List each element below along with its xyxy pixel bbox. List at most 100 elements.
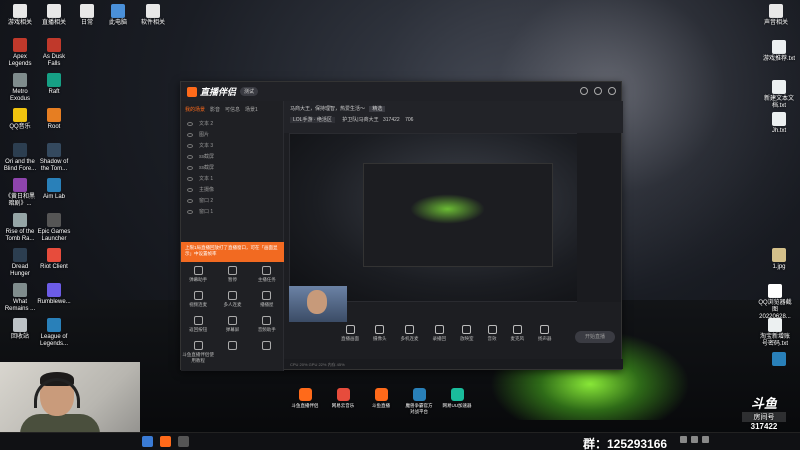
eye-icon[interactable] <box>187 132 193 137</box>
desktop-icon[interactable]: Aim Lab <box>37 178 71 201</box>
tool-button[interactable]: 音频助手 <box>250 316 284 333</box>
desktop-icon[interactable]: 游戏推荐.txt <box>762 40 796 63</box>
live-companion-window[interactable]: 直播伴侣 测试 我的场景 影音 可信息 场景1 文本 2 图片 文本 3 ss截屏 ss… <box>180 81 623 371</box>
category[interactable]: LOL手游 · 绝活区 <box>290 117 335 123</box>
desktop-icon[interactable]: QQ音乐 <box>3 108 37 131</box>
desktop-icon[interactable]: Rise of the Tomb Ra... <box>3 213 37 243</box>
tool-button[interactable]: 暂停 <box>215 266 249 283</box>
source-row[interactable]: 文本 1 <box>181 173 283 184</box>
desktop-icon[interactable]: Rumblewe... <box>37 283 71 306</box>
desktop-icon[interactable]: What Remains ... <box>3 283 37 313</box>
eye-icon[interactable] <box>187 209 193 214</box>
desktop-icon[interactable]: Riot Client <box>37 248 71 271</box>
desktop-icon[interactable]: 1.jpg <box>762 248 796 271</box>
tool-button[interactable]: 弹幕助手 <box>181 266 215 283</box>
desktop-icon[interactable]: Root <box>37 108 71 131</box>
source-row[interactable]: ss截屏 <box>181 151 283 162</box>
close-icon[interactable] <box>608 87 616 95</box>
source-row[interactable]: 文本 3 <box>181 140 283 151</box>
desktop-icon[interactable]: Ori and the Blind Fore... <box>3 143 37 173</box>
desktop-icon[interactable]: 软件相关 <box>136 4 170 27</box>
dock-shortcut[interactable]: 斗鱼直播 <box>366 388 396 415</box>
eye-icon[interactable] <box>187 121 193 126</box>
desktop-icon[interactable]: Metro Exodus <box>3 73 37 103</box>
desktop-icon[interactable] <box>762 352 796 368</box>
start-live-button[interactable]: 开始直播 <box>575 331 615 343</box>
tab-scene1[interactable]: 场景1 <box>245 106 258 113</box>
source-row[interactable]: 主摄像 <box>181 184 283 195</box>
bottom-tool-button[interactable]: 麦克风 <box>511 325 524 342</box>
version-pill[interactable]: 测试 <box>240 87 259 96</box>
desktop-icon-label: Shadow of the Tom... <box>39 159 69 172</box>
desktop-icon[interactable]: 《黄日和黑暗剧》... <box>3 178 37 208</box>
source-row[interactable]: ss截屏 <box>181 162 283 173</box>
ime-icon[interactable] <box>702 436 709 443</box>
dock-shortcut[interactable]: 网易UU加速器 <box>442 388 472 415</box>
tool-button[interactable] <box>215 341 249 364</box>
tab-media[interactable]: 影音 <box>210 106 220 113</box>
bottom-tool-button[interactable]: 放映室 <box>460 325 474 342</box>
bottom-tool-button[interactable]: 直播画面 <box>341 325 359 342</box>
desktop-icon[interactable]: 此电脑 <box>101 4 135 27</box>
dock-shortcut[interactable]: 魔兽争霸官方对战平台 <box>404 388 434 415</box>
dock-shortcut[interactable]: 网易云音乐 <box>328 388 358 415</box>
eye-icon[interactable] <box>187 176 193 181</box>
tool-button[interactable]: 多人连麦 <box>215 291 249 308</box>
tab-info[interactable]: 可信息 <box>225 106 240 113</box>
desktop-icon[interactable]: 回收站 <box>3 318 37 341</box>
source-row[interactable]: 文本 2 <box>181 118 283 129</box>
eye-icon[interactable] <box>187 154 193 159</box>
settings-icon[interactable] <box>580 87 588 95</box>
desktop-icon[interactable]: Raft <box>37 73 71 96</box>
desktop-icon[interactable]: League of Legends... <box>37 318 71 348</box>
douyu-icon[interactable] <box>160 436 171 447</box>
desktop-icon[interactable]: 声音相关 <box>759 4 793 27</box>
tool-button[interactable]: 播播屋 <box>250 291 284 308</box>
minimize-icon[interactable] <box>594 87 602 95</box>
source-row[interactable]: 图片 <box>181 129 283 140</box>
bottom-tool-label: 摄像头 <box>373 336 387 341</box>
camera-thumbnail[interactable] <box>289 286 347 322</box>
desktop-icon[interactable]: Dread Hunger <box>3 248 37 278</box>
bottom-tool-button[interactable]: 摄像头 <box>373 325 387 342</box>
eye-icon[interactable] <box>187 187 193 192</box>
network-icon[interactable] <box>680 436 687 443</box>
desktop-icon[interactable]: Epic Games Launcher <box>37 213 71 243</box>
desktop-icon[interactable]: 日常 <box>70 4 104 27</box>
eye-icon[interactable] <box>187 198 193 203</box>
eye-icon[interactable] <box>187 143 193 148</box>
stream-tag[interactable]: 精选 <box>369 106 386 112</box>
tip-banner[interactable]: 上限1局直播回放打了直播窗口，可在「画面显示」中设置帧率 <box>181 242 284 262</box>
tool-button[interactable] <box>250 341 284 364</box>
tool-button[interactable]: 斗鱼直播伴侣使用教程 <box>181 341 215 364</box>
source-row[interactable]: 窗口 1 <box>181 206 283 217</box>
desktop-icon[interactable]: QQ浏览器截图20220628... <box>758 284 792 321</box>
desktop-icon[interactable]: Apex Legends <box>3 38 37 68</box>
desktop-icon[interactable]: Jh.txt <box>762 112 796 135</box>
tool-button[interactable]: 弹幕屏 <box>215 316 249 333</box>
preview-canvas[interactable] <box>289 133 579 302</box>
desktop-icon[interactable]: As Dusk Falls <box>37 38 71 68</box>
source-row[interactable]: 窗口 2 <box>181 195 283 206</box>
bottom-tool-button[interactable]: 录播回 <box>433 325 446 342</box>
tab-my-scene[interactable]: 我的场景 <box>185 106 205 113</box>
desktop-icon[interactable]: 游戏相关 <box>3 4 37 27</box>
app-titlebar[interactable]: 直播伴侣 测试 <box>181 82 621 101</box>
tool-button[interactable]: 返回按钮 <box>181 316 215 333</box>
bottom-tool-button[interactable]: 多机连麦 <box>401 325 419 342</box>
eye-icon[interactable] <box>187 165 193 170</box>
stream-title[interactable]: 马商大王，保持理智，热爱生活～ <box>290 106 365 112</box>
desktop-icon[interactable]: Shadow of the Tom... <box>37 143 71 173</box>
desktop-icon[interactable]: 新建文本文档.txt <box>762 80 796 110</box>
desktop-icon[interactable]: 直播相关 <box>37 4 71 27</box>
tool-button[interactable]: 主播任务 <box>250 266 284 283</box>
folder-icon[interactable] <box>178 436 189 447</box>
browser-icon[interactable] <box>142 436 153 447</box>
desktop-icon[interactable]: 淘宝新增账号密码.txt <box>758 318 792 348</box>
volume-icon[interactable] <box>691 436 698 443</box>
taskbar-icons <box>142 436 189 447</box>
tool-button[interactable]: 视频连麦 <box>181 291 215 308</box>
bottom-tool-button[interactable]: 音效 <box>487 325 497 342</box>
dock-shortcut[interactable]: 斗鱼直播伴侣 <box>290 388 320 415</box>
bottom-tool-button[interactable]: 扬声器 <box>538 325 552 342</box>
